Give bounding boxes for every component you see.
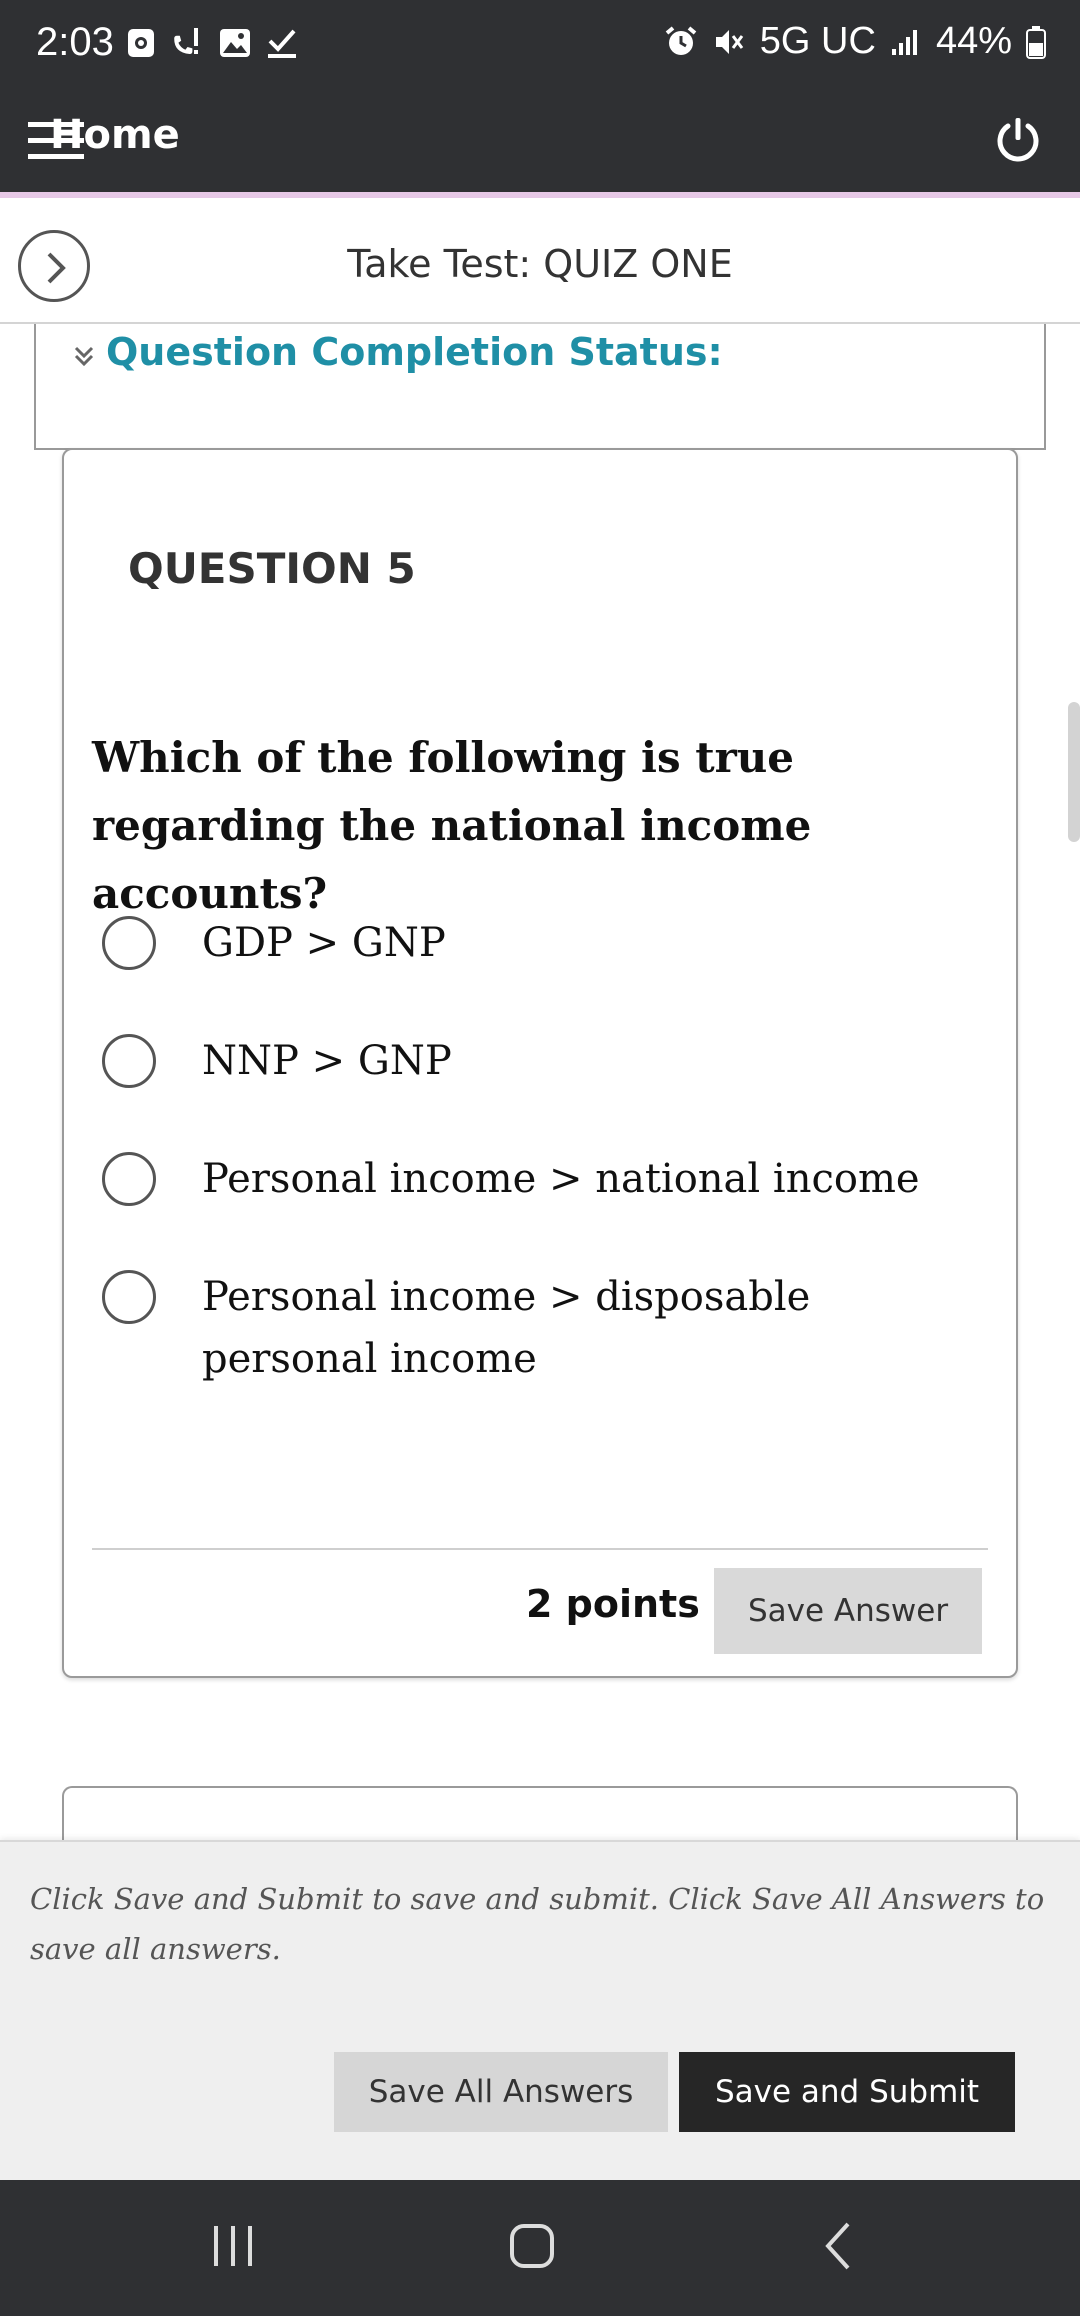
test-header: Take Test: QUIZ ONE	[0, 204, 1080, 324]
save-and-submit-button[interactable]: Save and Submit	[679, 2052, 1015, 2132]
back-icon[interactable]	[818, 2218, 858, 2278]
signal-icon	[890, 27, 922, 57]
home-icon[interactable]	[508, 2218, 564, 2278]
answer-option-label[interactable]: Personal income > national income	[202, 1148, 922, 1210]
alarm-icon	[664, 25, 698, 59]
answer-option[interactable]: GDP > GNP	[102, 912, 962, 974]
battery-percent: 44%	[935, 20, 1012, 62]
status-left-icons	[126, 26, 298, 60]
radio-button[interactable]	[102, 1270, 156, 1324]
app-header: Home	[0, 92, 1080, 198]
battery-icon	[1026, 25, 1046, 59]
answer-option[interactable]: Personal income > national income	[102, 1148, 962, 1210]
radio-button[interactable]	[102, 916, 156, 970]
gallery-icon	[218, 27, 252, 59]
submit-instructions: Click Save and Submit to save and submit…	[30, 1882, 1045, 1966]
screen-record-icon	[126, 27, 156, 59]
checkmark-icon	[266, 27, 298, 59]
call-alert-icon	[170, 26, 204, 60]
answer-option-label[interactable]: NNP > GNP	[202, 1030, 922, 1092]
network-label: 5G UC	[759, 20, 876, 62]
system-nav-bar	[0, 2180, 1080, 2316]
double-chevron-down-icon[interactable]	[72, 342, 96, 374]
answer-option-label[interactable]: GDP > GNP	[202, 912, 922, 974]
mute-icon	[712, 25, 746, 59]
question-card: QUESTION 5 Which of the following is tru…	[62, 448, 1018, 1678]
question-text: Which of the following is true regarding…	[92, 733, 812, 918]
radio-button[interactable]	[102, 1034, 156, 1088]
completion-status-toggle[interactable]: Question Completion Status:	[106, 330, 723, 374]
power-icon[interactable]	[990, 112, 1046, 168]
question-points: 2 points	[526, 1582, 700, 1626]
submit-panel: Click Save and Submit to save and submit…	[0, 1840, 1080, 2180]
recent-apps-icon[interactable]	[210, 2218, 256, 2278]
card-divider	[92, 1548, 988, 1550]
scrollbar-thumb[interactable]	[1068, 702, 1080, 842]
answer-option[interactable]: Personal income > disposable personal in…	[102, 1266, 962, 1390]
app-title[interactable]: Home	[50, 112, 180, 158]
save-all-answers-button[interactable]: Save All Answers	[334, 2052, 668, 2132]
radio-button[interactable]	[102, 1152, 156, 1206]
test-title: Take Test: QUIZ ONE	[347, 242, 733, 286]
answer-option[interactable]: NNP > GNP	[102, 1030, 962, 1092]
completion-status-panel: Question Completion Status:	[34, 324, 1046, 450]
status-time: 2:03	[36, 20, 114, 64]
status-right: 5G UC 44%	[664, 20, 1046, 63]
answer-option-label[interactable]: Personal income > disposable personal in…	[202, 1266, 922, 1390]
status-bar: 2:03 5G UC 44%	[0, 0, 1080, 92]
question-number: QUESTION 5	[128, 544, 416, 593]
save-answer-button[interactable]: Save Answer	[714, 1568, 982, 1654]
